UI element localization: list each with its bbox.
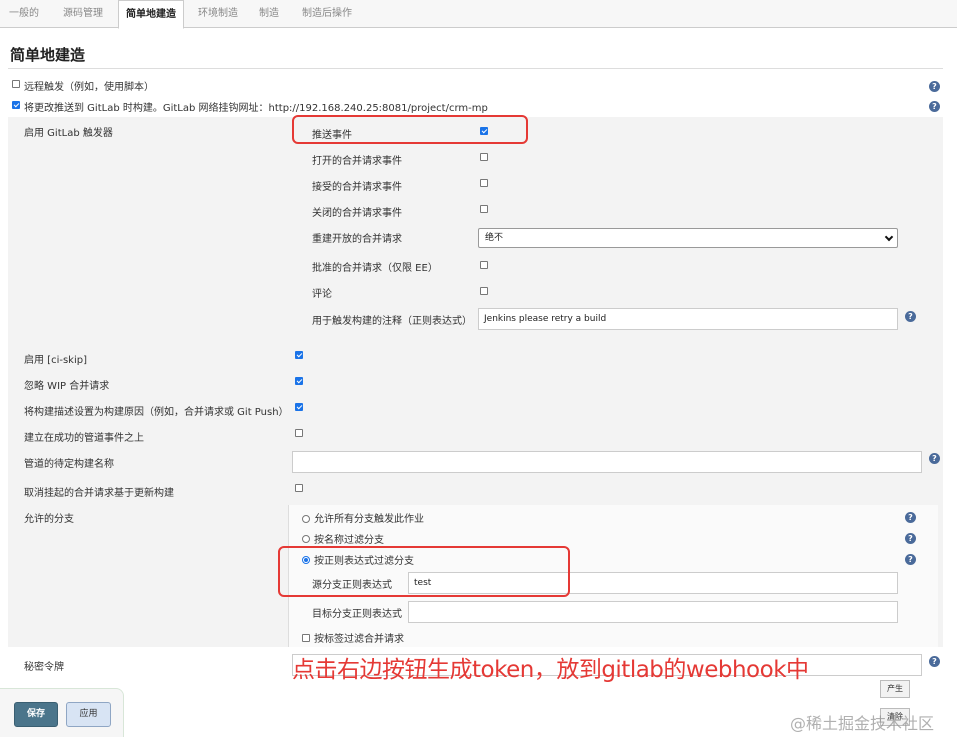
ignore-wip-label: 忽略 WIP 合并请求	[24, 381, 110, 392]
section-title: 简单地建造	[10, 46, 86, 64]
cancel-pending-label: 取消挂起的合并请求基于更新构建	[24, 488, 174, 499]
watermark: @稀土掘金技术社区	[790, 714, 935, 733]
generate-token-button[interactable]: 产生	[880, 680, 910, 698]
tab-general[interactable]: 一般的	[0, 0, 48, 28]
ci-skip-checkbox[interactable]	[295, 351, 303, 359]
opened-mr-checkbox[interactable]	[480, 153, 488, 161]
apply-button[interactable]: 应用	[66, 702, 111, 727]
rebuild-open-mr-select[interactable]: 绝不	[478, 228, 898, 248]
save-button[interactable]: 保存	[14, 702, 58, 727]
secret-token-help-icon[interactable]: ?	[929, 656, 940, 667]
pending-build-name-label: 管道的待定构建名称	[24, 459, 114, 470]
rebuild-open-mr-label: 重建开放的合并请求	[312, 234, 402, 245]
tab-build[interactable]: 制造	[252, 0, 286, 28]
comment-regex-input[interactable]: Jenkins please retry a build	[478, 308, 898, 330]
tab-bar: 一般的 源码管理 简单地建造 环境制造 制造 制造后操作	[0, 0, 957, 29]
trigger-enable-label: 启用 GitLab 触发器	[24, 128, 113, 139]
gitlab-push-help-icon[interactable]: ?	[929, 101, 940, 112]
annotation-text: 点击右边按钮生成token，放到gitlab的webhook中	[292, 657, 809, 683]
section-divider	[8, 68, 943, 69]
comments-checkbox[interactable]	[480, 287, 488, 295]
filter-by-label-checkbox[interactable]	[302, 634, 310, 642]
tab-post-build[interactable]: 制造后操作	[294, 0, 360, 28]
branches-all-help-icon[interactable]: ?	[905, 512, 916, 523]
pipeline-success-label: 建立在成功的管道事件之上	[24, 433, 144, 444]
remote-trigger-checkbox[interactable]	[12, 80, 20, 88]
branches-by-regex-help-icon[interactable]: ?	[905, 554, 916, 565]
tab-source-control[interactable]: 源码管理	[54, 0, 112, 28]
remote-trigger-label: 远程触发（例如，使用脚本）	[24, 82, 154, 93]
filter-by-label-label: 按标签过滤合并请求	[314, 634, 404, 645]
target-branch-regex-input[interactable]	[408, 601, 898, 623]
highlight-push-events	[292, 115, 528, 144]
pipeline-success-checkbox[interactable]	[295, 429, 303, 437]
tab-build-triggers[interactable]: 简单地建造	[118, 0, 184, 29]
chevron-down-icon	[884, 232, 894, 242]
branches-all-radio[interactable]	[302, 515, 310, 523]
ignore-wip-checkbox[interactable]	[295, 377, 303, 385]
comment-regex-label: 用于触发构建的注释（正则表达式）	[312, 316, 472, 327]
allowed-branches-label: 允许的分支	[24, 514, 74, 525]
pending-build-name-help-icon[interactable]: ?	[929, 453, 940, 464]
cancel-pending-checkbox[interactable]	[295, 484, 303, 492]
branches-all-label: 允许所有分支触发此作业	[314, 514, 424, 525]
pending-build-name-input[interactable]	[292, 451, 922, 473]
target-branch-regex-label: 目标分支正则表达式	[312, 609, 402, 620]
tab-build-environment[interactable]: 环境制造	[190, 0, 246, 28]
rebuild-open-mr-value: 绝不	[485, 233, 504, 243]
remote-trigger-help-icon[interactable]: ?	[929, 81, 940, 92]
opened-mr-label: 打开的合并请求事件	[312, 156, 402, 167]
accepted-mr-checkbox[interactable]	[480, 179, 488, 187]
gitlab-push-label: 将更改推送到 GitLab 时构建。GitLab 网络挂钩网址：http://1…	[24, 103, 488, 114]
branches-by-name-radio[interactable]	[302, 535, 310, 543]
set-description-label: 将构建描述设置为构建原因（例如，合并请求或 Git Push）	[24, 407, 289, 418]
approved-mr-checkbox[interactable]	[480, 261, 488, 269]
closed-mr-label: 关闭的合并请求事件	[312, 208, 402, 219]
branches-by-name-help-icon[interactable]: ?	[905, 533, 916, 544]
set-description-checkbox[interactable]	[295, 403, 303, 411]
closed-mr-checkbox[interactable]	[480, 205, 488, 213]
comment-regex-help-icon[interactable]: ?	[905, 311, 916, 322]
gitlab-push-checkbox[interactable]	[12, 101, 20, 109]
branches-by-name-label: 按名称过滤分支	[314, 535, 384, 546]
accepted-mr-label: 接受的合并请求事件	[312, 182, 402, 193]
approved-mr-label: 批准的合并请求（仅限 EE）	[312, 263, 438, 274]
ci-skip-label: 启用 [ci-skip]	[24, 355, 87, 366]
highlight-branch-regex	[278, 546, 570, 597]
secret-token-label: 秘密令牌	[24, 662, 64, 673]
comments-label: 评论	[312, 289, 332, 300]
